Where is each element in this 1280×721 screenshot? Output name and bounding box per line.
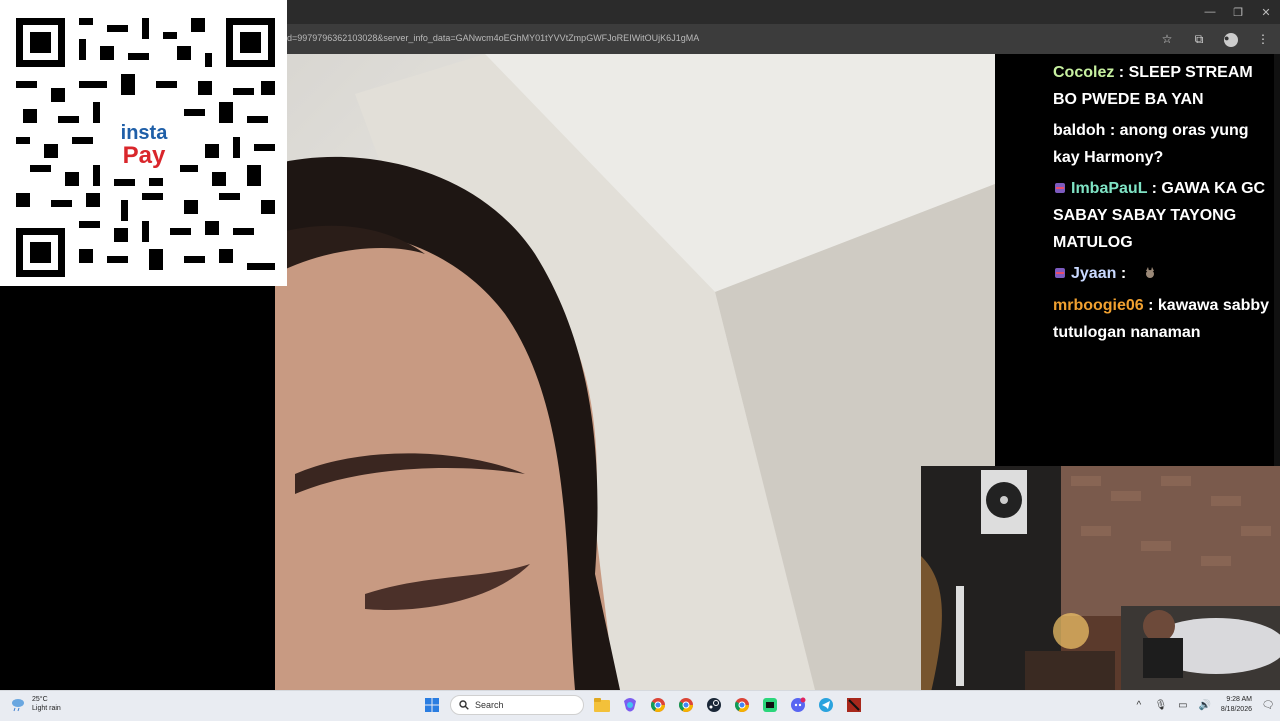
instapay-logo: insta Pay — [108, 118, 180, 178]
chat-username: mrboogie06 — [1053, 297, 1144, 314]
taskbar-clock[interactable]: 9:28 AM 8/18/2026 — [1221, 695, 1252, 715]
bookmark-star-icon[interactable]: ☆ — [1158, 30, 1176, 48]
menu-kebab-icon[interactable]: ⋮ — [1254, 30, 1272, 48]
chrome-icon[interactable] — [676, 695, 696, 715]
weather-desc: Light rain — [32, 705, 61, 712]
ninja-badge-icon — [1055, 268, 1065, 278]
cloud-rain-icon — [12, 699, 24, 712]
weather-temp: 25°C — [32, 696, 48, 703]
windows-start-icon[interactable] — [422, 695, 442, 715]
chat-username: baldoh — [1053, 122, 1106, 139]
instapay-logo-line2: Pay — [122, 142, 166, 169]
ninja-badge-icon — [1055, 183, 1065, 193]
minimize-icon[interactable]: — — [1196, 0, 1224, 24]
chat-username: Jyaan — [1071, 265, 1117, 282]
volume-icon[interactable]: 🔊 — [1199, 698, 1211, 712]
chat-message: mrboogie06 : kawawa sabby tutulogan nana… — [1053, 292, 1275, 346]
video-scene — [275, 54, 995, 690]
app-icon[interactable] — [760, 695, 780, 715]
webcam-scene — [921, 466, 1280, 692]
chat-message: baldoh : anong oras yung kay Harmony? — [1053, 117, 1275, 171]
chat-separator: : — [1116, 265, 1131, 282]
system-tray: ^ 🎙 ▭ 🔊 9:28 AM 8/18/2026 🗨 — [1133, 695, 1274, 715]
chat-separator: : — [1105, 122, 1120, 139]
steam-icon[interactable] — [704, 695, 724, 715]
stream-video — [275, 54, 995, 690]
webcam-overlay — [921, 466, 1280, 692]
clock-time: 9:28 AM — [1226, 696, 1252, 703]
notifications-icon[interactable]: 🗨 — [1262, 698, 1275, 712]
clock-date: 8/18/2026 — [1220, 706, 1252, 713]
chat-message: Jyaan : — [1053, 260, 1275, 287]
discord-icon[interactable] — [788, 695, 808, 715]
extensions-icon[interactable]: ⧉ — [1190, 30, 1208, 48]
chat-separator: : — [1143, 297, 1158, 314]
copilot-icon[interactable] — [620, 695, 640, 715]
weather-widget[interactable]: 25°C Light rain — [10, 695, 61, 713]
qr-code-panel: insta Pay — [0, 0, 287, 286]
cat-emote-icon — [1145, 267, 1154, 278]
chrome-icon[interactable] — [732, 695, 752, 715]
telegram-icon[interactable] — [816, 695, 836, 715]
chrome-icon[interactable] — [648, 695, 668, 715]
chat-message: ImbaPauL : GAWA KA GC SABAY SABAY TAYONG… — [1053, 175, 1275, 256]
profile-avatar-icon[interactable]: ● — [1222, 30, 1240, 48]
chat-username: ImbaPauL — [1071, 180, 1148, 197]
microphone-icon[interactable]: 🎙 — [1155, 698, 1168, 712]
chat-message: Cocolez : SLEEP STREAM BO PWEDE BA YAN — [1053, 59, 1275, 113]
search-icon — [459, 700, 469, 710]
file-explorer-icon[interactable] — [592, 695, 612, 715]
taskbar-apps: Search — [422, 695, 864, 715]
instapay-logo-line1: insta — [120, 122, 168, 144]
windows-taskbar: 25°C Light rain Search ^ 🎙 ▭ 🔊 9:28 AM 8… — [0, 690, 1280, 721]
close-icon[interactable]: ✕ — [1252, 0, 1280, 24]
chevron-up-icon[interactable]: ^ — [1133, 698, 1145, 712]
chat-separator: : — [1147, 180, 1162, 197]
window-controls: — ❐ ✕ — [1196, 0, 1280, 24]
url-text[interactable]: d=9979796362103028&server_info_data=GANw… — [287, 33, 699, 43]
chat-separator: : — [1114, 64, 1129, 81]
chat-panel: Cocolez : SLEEP STREAM BO PWEDE BA YAN b… — [995, 54, 1280, 466]
network-icon[interactable]: ▭ — [1177, 698, 1189, 712]
taskbar-search-input[interactable]: Search — [450, 695, 584, 715]
chat-username: Cocolez — [1053, 64, 1115, 81]
dota-icon[interactable] — [844, 695, 864, 715]
restore-icon[interactable]: ❐ — [1224, 0, 1252, 24]
search-placeholder: Search — [475, 700, 504, 710]
